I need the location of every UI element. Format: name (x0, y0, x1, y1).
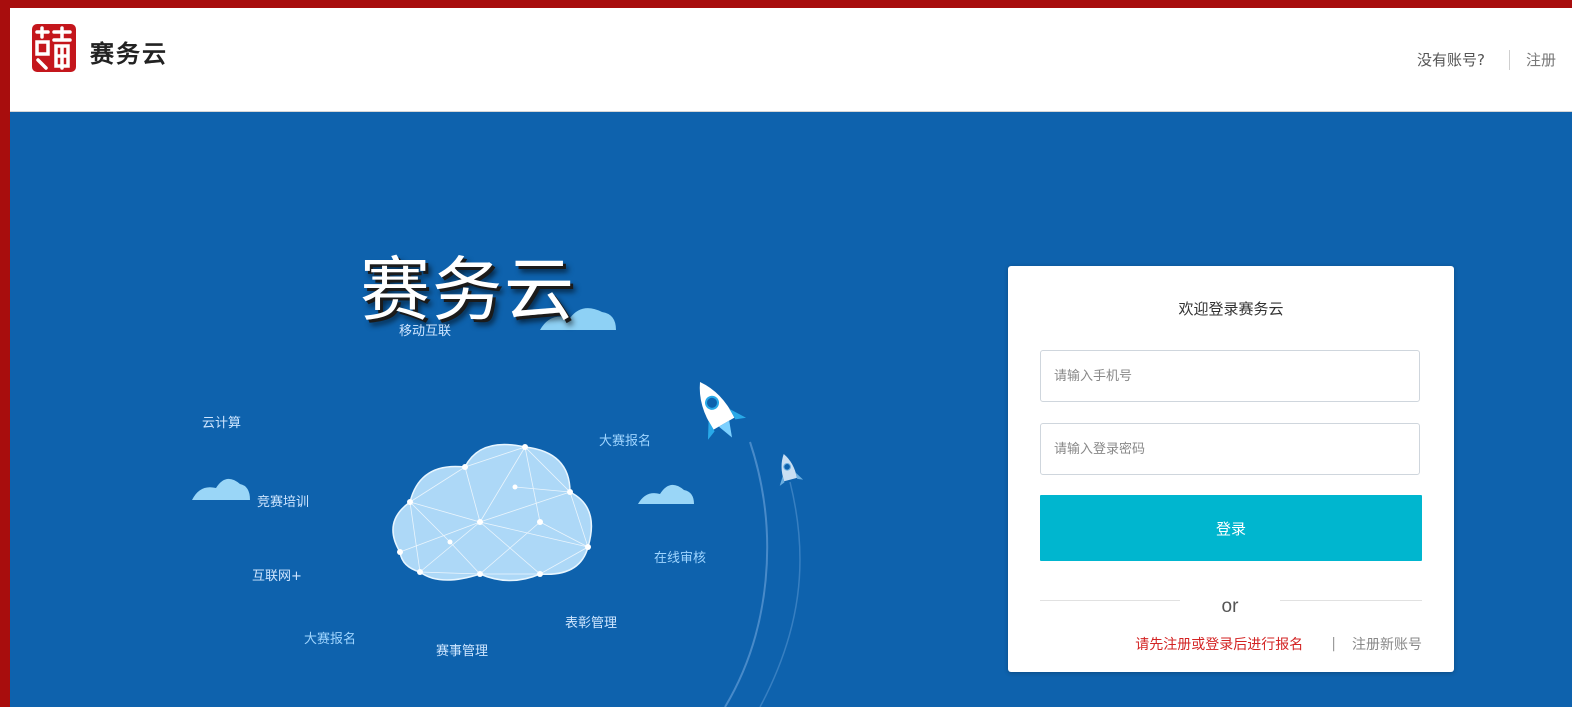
login-footer: 请先注册或登录后进行报名 | 注册新账号 (1135, 634, 1422, 654)
keyword-label: 竞赛培训 (257, 495, 310, 510)
login-button[interactable]: 登录 (1040, 495, 1422, 561)
footer-separator: | (1331, 636, 1336, 652)
no-account-text: 没有账号? (1417, 51, 1485, 69)
cloud-icon (638, 484, 694, 504)
keyword-label: 表彰管理 (565, 616, 618, 631)
keyword-label: 大赛报名 (599, 434, 652, 449)
header-divider (1508, 49, 1510, 70)
keyword-label: 移动互联 (399, 324, 452, 339)
divider-left (1040, 600, 1180, 601)
phone-input[interactable] (1040, 350, 1420, 402)
mesh-cloud-icon (392, 443, 593, 582)
or-separator: or (1221, 596, 1239, 617)
hero-graphic (192, 308, 804, 707)
keyword-label: 互联网+ (252, 569, 302, 584)
login-card: 欢迎登录赛务云 登录 or 请先注册或登录后进行报名 | 注册新账号 (1008, 266, 1454, 672)
rocket-icon (779, 454, 804, 486)
keyword-label: 赛事管理 (436, 644, 489, 659)
rocket-icon (699, 382, 747, 440)
login-title: 欢迎登录赛务云 (1178, 300, 1284, 318)
hero-illustration: 赛务云 移动互联 云计算 大赛报名 竞赛培训 在线审核 互联网+ 大赛报名 表彰… (10, 112, 990, 707)
top-header: 赛务云 没有账号? 注册 (10, 8, 1572, 112)
page-frame: 赛务云 没有账号? 注册 赛务云 移动互联 云计算 大赛报名 竞赛培训 在线审核… (10, 8, 1572, 707)
password-input[interactable] (1040, 423, 1420, 475)
keyword-label: 在线审核 (654, 551, 707, 566)
keyword-label: 大赛报名 (304, 632, 357, 647)
cloud-icon (192, 478, 250, 500)
logo-icon (32, 24, 76, 72)
header-account-links: 没有账号? 注册 (1417, 49, 1556, 70)
divider-right (1280, 600, 1422, 601)
hero-title: 赛务云 (360, 249, 576, 331)
brand-name: 赛务云 (90, 40, 168, 68)
register-new-account-link[interactable]: 注册新账号 (1352, 634, 1422, 654)
keyword-label: 云计算 (202, 416, 242, 431)
register-notice: 请先注册或登录后进行报名 (1135, 637, 1304, 653)
register-link[interactable]: 注册 (1526, 49, 1556, 70)
